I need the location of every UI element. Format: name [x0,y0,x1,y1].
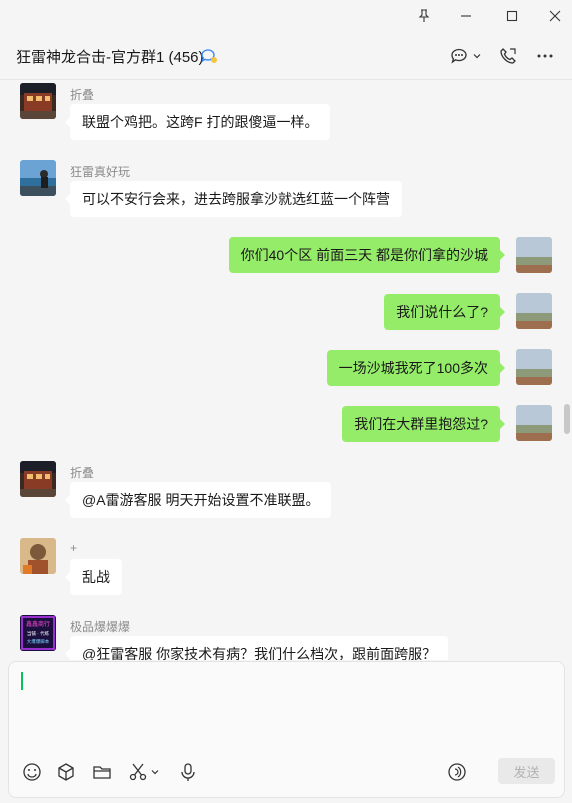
chat-bubble-icon[interactable] [448,44,470,68]
group-chat-badge-icon [200,47,218,65]
microphone-icon[interactable] [176,760,200,784]
avatar[interactable]: 鑫鑫商行 当铺 · 代练 大爆爆脚本 [20,615,56,651]
minimize-icon[interactable] [443,0,489,32]
chat-title[interactable]: 狂雷神龙合击-官方群1 (456) [16,46,204,67]
avatar[interactable] [20,461,56,497]
message-sender: 极品爆爆爆 [70,620,131,634]
text-caret [21,672,23,690]
box-icon[interactable] [54,760,78,784]
chat-header: 狂雷神龙合击-官方群1 (456) [0,32,572,80]
message-bubble-outgoing[interactable]: 我们在大群里抱怨过? [342,406,505,442]
message-sender: 狂雷真好玩 [70,165,131,179]
avatar-promo-text: 当铺 · 代练 [27,630,50,637]
message-bubble[interactable]: 可以不安行会来，进去跨服拿沙就选红蓝一个阵营 [65,181,402,217]
folder-icon[interactable] [90,760,114,784]
message-bubble[interactable]: 乱战 [65,559,122,595]
avatar[interactable] [20,538,56,574]
voice-call-icon[interactable] [497,44,519,68]
avatar[interactable] [20,83,56,119]
message-bubble-outgoing[interactable]: 我们说什么了? [384,294,505,330]
chevron-down-icon[interactable] [148,760,162,784]
avatar-self[interactable] [516,405,552,441]
avatar-self[interactable] [516,349,552,385]
message-bubble[interactable]: @A雷游客服 明天开始设置不准联盟。 [64,482,332,518]
message-bubble-outgoing[interactable]: 一场沙城我死了100多次 [326,350,506,386]
message-sender: 折叠 [70,466,95,480]
window-titlebar [0,0,572,32]
message-composer[interactable]: 发送 [8,661,565,798]
message-bubble[interactable]: @狂雷客服 你家技术有病？我们什么档次，跟前面跨服？ [64,636,449,660]
message-list[interactable]: 折叠 联盟个鸡把。这跨F 打的跟傻逼一样。 狂雷真好玩 可以不安行会来，进去跨服… [0,80,572,660]
message-sender: + [70,541,78,555]
chevron-down-icon[interactable] [471,44,483,68]
message-scrollbar[interactable] [564,404,570,434]
avatar-self[interactable] [516,237,552,273]
message-bubble-outgoing[interactable]: 你们40个区 前面三天 都是你们拿的沙城 [228,237,506,273]
scissors-icon[interactable] [126,760,150,784]
avatar-self[interactable] [516,293,552,329]
emoji-icon[interactable] [20,760,44,784]
voice-input-icon[interactable] [445,760,469,784]
maximize-icon[interactable] [489,0,535,32]
avatar-promo-text: 大爆爆脚本 [27,638,50,645]
close-icon[interactable] [532,0,572,32]
send-button[interactable]: 发送 [498,758,555,784]
message-bubble[interactable]: 联盟个鸡把。这跨F 打的跟傻逼一样。 [64,104,331,140]
pin-icon[interactable] [401,0,447,32]
avatar[interactable] [20,160,56,196]
avatar-promo-text: 鑫鑫商行 [26,620,50,628]
message-sender: 折叠 [70,88,95,102]
more-icon[interactable] [534,44,556,68]
